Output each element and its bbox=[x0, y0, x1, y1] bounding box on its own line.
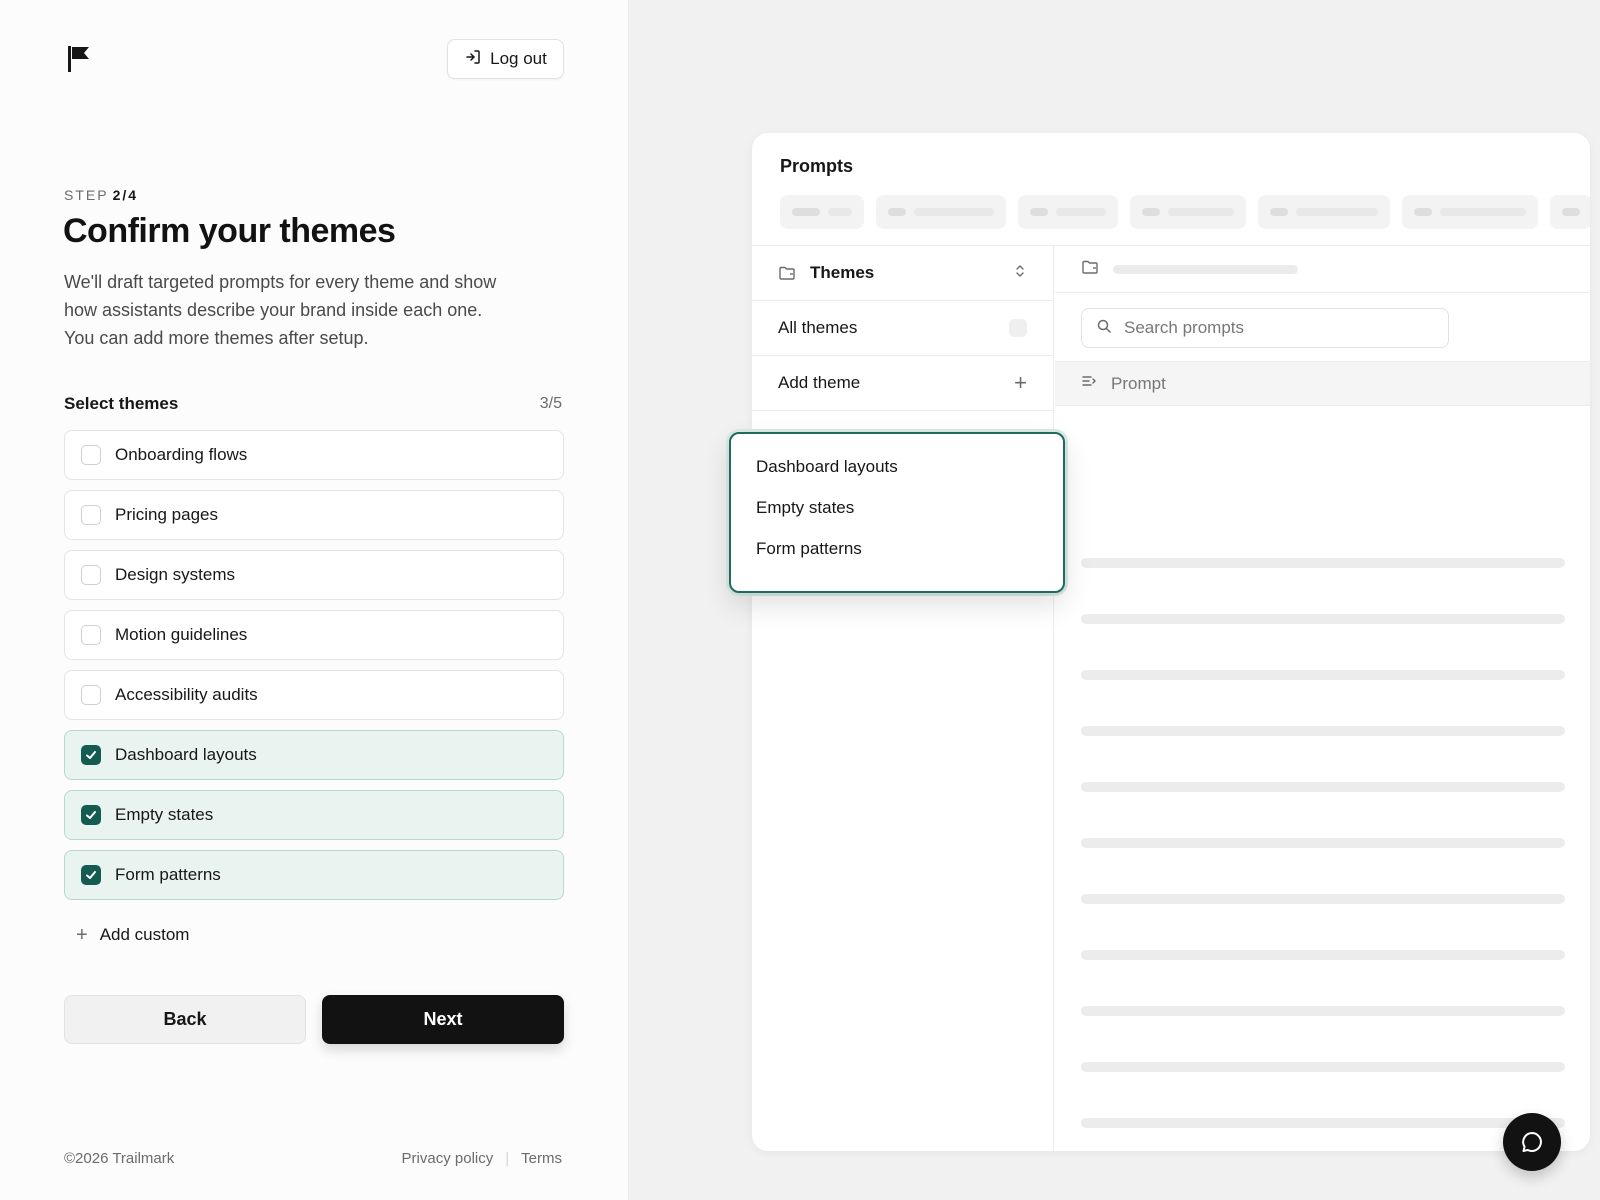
folder-icon bbox=[1081, 258, 1099, 281]
copyright: ©2026 Trailmark bbox=[64, 1150, 175, 1167]
skeleton-row bbox=[1081, 950, 1565, 960]
skeleton-tab bbox=[1402, 195, 1538, 229]
back-button[interactable]: Back bbox=[64, 995, 306, 1044]
page-description: We'll draft targeted prompts for every t… bbox=[64, 272, 497, 348]
skeleton-row bbox=[1081, 558, 1565, 568]
skeleton-row bbox=[1081, 894, 1565, 904]
step-prefix: STEP bbox=[64, 187, 109, 203]
checkmark-icon bbox=[86, 811, 96, 819]
skeleton-row bbox=[1081, 726, 1565, 736]
flag-logo-icon bbox=[68, 46, 90, 72]
skeleton-tab bbox=[1018, 195, 1118, 229]
theme-option[interactable]: Motion guidelines bbox=[64, 610, 564, 660]
prompt-column-header: Prompt bbox=[1055, 361, 1590, 406]
prompts-main: Search prompts Prompt bbox=[1055, 246, 1590, 1151]
dropdown-option[interactable]: Empty states bbox=[756, 497, 1038, 538]
step-indicator: STEP 2/4 bbox=[64, 187, 138, 203]
skeleton-row bbox=[1081, 1118, 1565, 1128]
prompts-preview-card: Prompts Themes All themes Add theme + Se… bbox=[752, 133, 1590, 1151]
all-themes-checkbox[interactable] bbox=[1009, 319, 1027, 337]
theme-label: Onboarding flows bbox=[115, 445, 248, 464]
select-themes-label: Select themes bbox=[64, 394, 179, 413]
checkbox[interactable] bbox=[81, 625, 101, 645]
checkbox[interactable] bbox=[81, 445, 101, 465]
theme-label: Form patterns bbox=[115, 865, 221, 884]
logout-icon bbox=[464, 48, 482, 71]
privacy-link[interactable]: Privacy policy bbox=[402, 1150, 494, 1167]
setup-panel: Log out STEP 2/4 Confirm your themes We'l… bbox=[0, 0, 629, 1200]
chat-button[interactable] bbox=[1503, 1113, 1561, 1171]
plus-icon: + bbox=[76, 924, 88, 946]
theme-option[interactable]: Onboarding flows bbox=[64, 430, 564, 480]
theme-label: Motion guidelines bbox=[115, 625, 248, 644]
checkbox[interactable] bbox=[81, 505, 101, 525]
folder-icon bbox=[778, 264, 796, 282]
skeleton-row bbox=[1081, 1006, 1565, 1016]
search-placeholder: Search prompts bbox=[1124, 318, 1244, 337]
skeleton-tab bbox=[876, 195, 1006, 229]
theme-option[interactable]: Design systems bbox=[64, 550, 564, 600]
footer-links: Privacy policy | Terms bbox=[402, 1150, 562, 1167]
add-theme-label: Add theme bbox=[778, 373, 861, 392]
theme-dropdown: Dashboard layouts Empty states Form patt… bbox=[729, 432, 1065, 593]
skeleton-tab bbox=[1258, 195, 1390, 229]
checkbox-checked[interactable] bbox=[81, 865, 101, 885]
plus-icon: + bbox=[1014, 370, 1027, 395]
logout-button[interactable]: Log out bbox=[447, 39, 564, 79]
logout-label: Log out bbox=[490, 49, 547, 68]
footer-divider: | bbox=[505, 1150, 510, 1167]
theme-option[interactable]: Pricing pages bbox=[64, 490, 564, 540]
search-prompts-input[interactable]: Search prompts bbox=[1081, 308, 1449, 348]
chevron-up-down-icon bbox=[1013, 263, 1027, 283]
skeleton-tab bbox=[1550, 195, 1590, 229]
theme-option-checked[interactable]: Empty states bbox=[64, 790, 564, 840]
skeleton-row bbox=[1081, 670, 1565, 680]
add-custom-button[interactable]: + Add custom bbox=[76, 925, 189, 945]
skeleton-tab bbox=[1130, 195, 1246, 229]
theme-label: Pricing pages bbox=[115, 505, 219, 524]
skeleton-row bbox=[1081, 838, 1565, 848]
add-custom-label: Add custom bbox=[99, 925, 190, 944]
checkbox-checked[interactable] bbox=[81, 805, 101, 825]
skeleton-tabs bbox=[780, 195, 1590, 229]
checkmark-icon bbox=[86, 751, 96, 759]
skeleton-row bbox=[1081, 782, 1565, 792]
text-lines-icon bbox=[1081, 373, 1097, 394]
next-button[interactable]: Next bbox=[322, 995, 564, 1044]
themes-header-label: Themes bbox=[810, 263, 875, 282]
dropdown-option[interactable]: Form patterns bbox=[756, 538, 1038, 579]
selected-count: 3/5 bbox=[539, 395, 562, 412]
themes-sidebar: Themes All themes Add theme + bbox=[752, 246, 1054, 1151]
all-themes-label: All themes bbox=[778, 318, 858, 337]
theme-label: Design systems bbox=[115, 565, 235, 584]
theme-option-checked[interactable]: Form patterns bbox=[64, 850, 564, 900]
theme-label: Accessibility audits bbox=[115, 685, 258, 704]
chat-bubble-icon bbox=[1522, 1132, 1542, 1152]
skeleton-title bbox=[1113, 264, 1298, 274]
theme-option[interactable]: Accessibility audits bbox=[64, 670, 564, 720]
skeleton-tab bbox=[780, 195, 864, 229]
dropdown-option[interactable]: Dashboard layouts bbox=[756, 456, 1038, 497]
page-title: Confirm your themes bbox=[63, 212, 396, 250]
preview-title: Prompts bbox=[780, 156, 854, 176]
theme-list: Onboarding flows Pricing pages Design sy… bbox=[64, 430, 564, 910]
skeleton-row bbox=[1081, 614, 1565, 624]
theme-label: Empty states bbox=[115, 805, 214, 824]
step-value: 2/4 bbox=[112, 187, 139, 203]
theme-label: Dashboard layouts bbox=[115, 745, 257, 764]
themes-selector[interactable]: Themes bbox=[752, 246, 1053, 301]
checkmark-icon bbox=[86, 871, 96, 879]
checkbox[interactable] bbox=[81, 565, 101, 585]
checkbox-checked[interactable] bbox=[81, 745, 101, 765]
terms-link[interactable]: Terms bbox=[521, 1150, 562, 1167]
sidebar-item-add-theme[interactable]: Add theme + bbox=[752, 356, 1053, 411]
sidebar-item-all-themes[interactable]: All themes bbox=[752, 301, 1053, 356]
search-icon bbox=[1096, 318, 1112, 339]
skeleton-row bbox=[1081, 1062, 1565, 1072]
checkbox[interactable] bbox=[81, 685, 101, 705]
prompt-column-label: Prompt bbox=[1111, 373, 1166, 393]
main-header bbox=[1055, 246, 1590, 293]
theme-option-checked[interactable]: Dashboard layouts bbox=[64, 730, 564, 780]
